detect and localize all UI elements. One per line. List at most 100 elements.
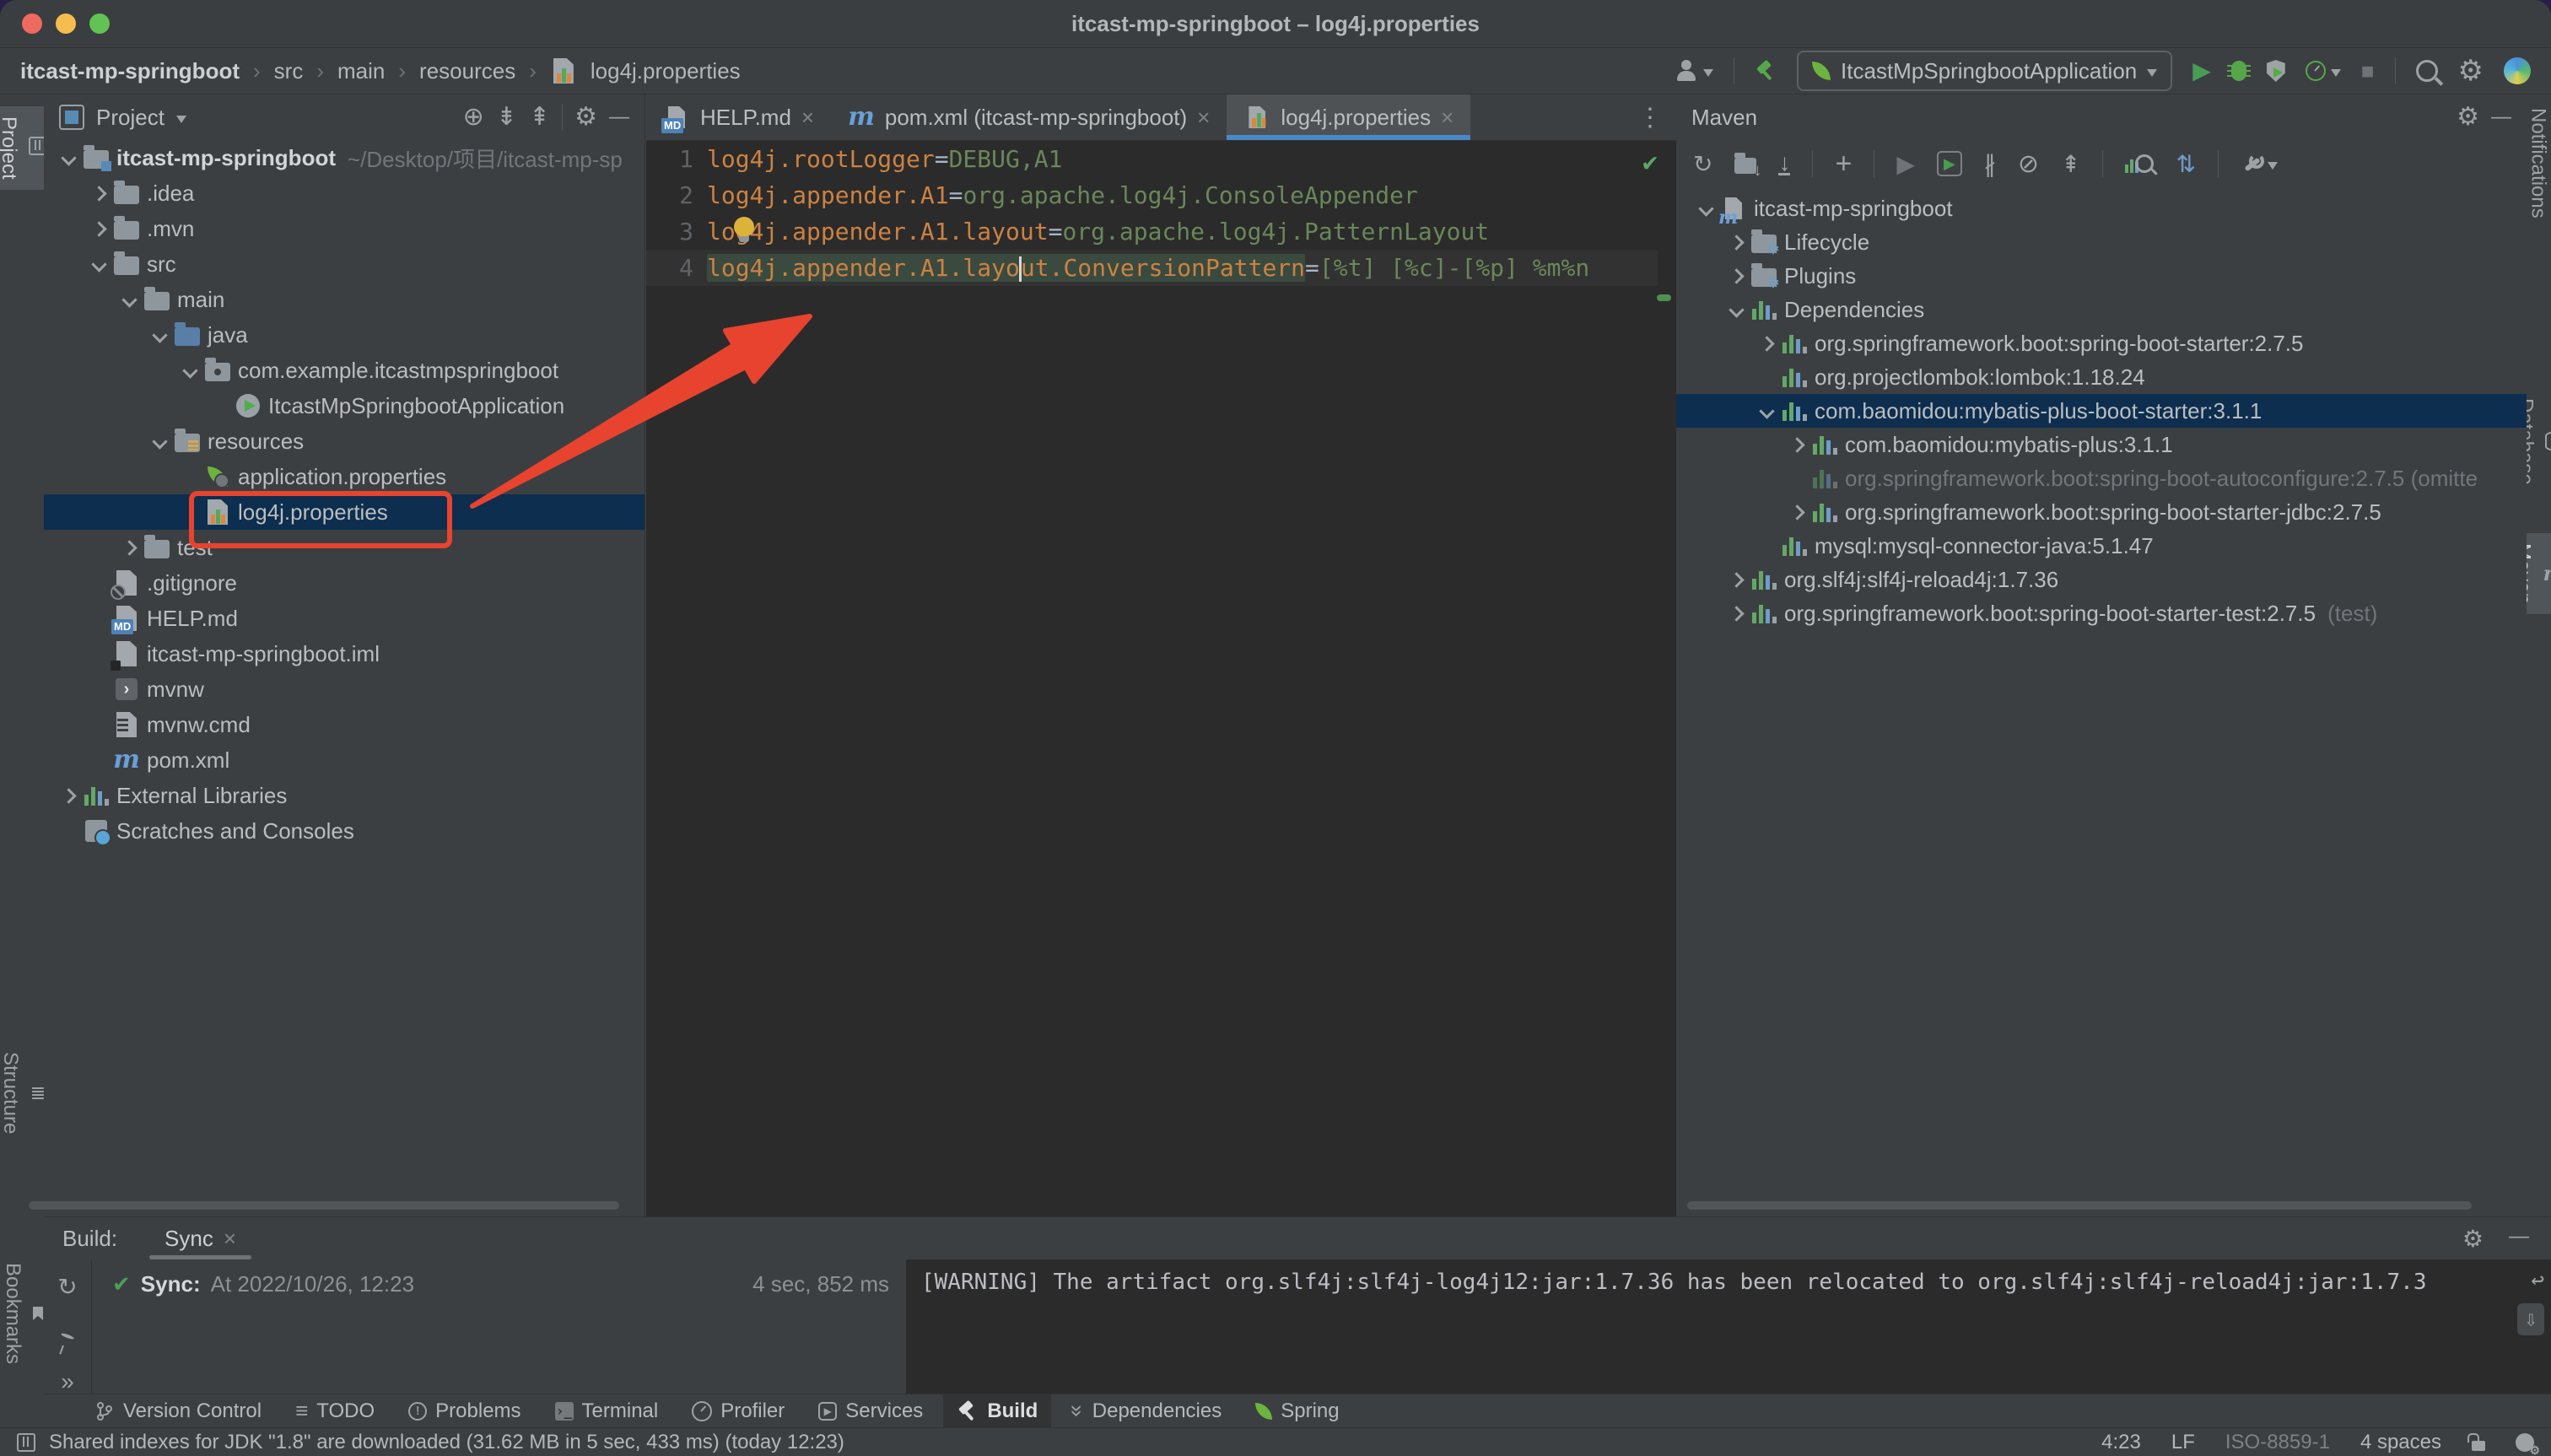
maven-settings-button[interactable] [2241, 152, 2278, 175]
close-tab-icon[interactable]: × [801, 105, 814, 131]
maven-row[interactable]: org.slf4j:slf4j-reload4j:1.7.36 [1676, 563, 2527, 596]
project-horizontal-scrollbar[interactable] [29, 1201, 619, 1210]
panel-options-button[interactable]: ⚙ [574, 105, 597, 130]
maven-horizontal-scrollbar[interactable] [1687, 1201, 2472, 1210]
collapse-all-button[interactable]: ⇞ [529, 105, 550, 130]
hide-panel-button[interactable]: — [609, 107, 629, 127]
maven-row[interactable]: org.springframework.boot:spring-boot-sta… [1676, 326, 2527, 360]
maven-row[interactable]: org.springframework.boot:spring-boot-sta… [1676, 596, 2527, 630]
scroll-to-end-icon[interactable]: ⇩ [2517, 1303, 2544, 1335]
tree-row[interactable]: com.example.itcastmpspringboot [44, 353, 644, 388]
settings-button[interactable]: ⚙ [2458, 57, 2484, 85]
tree-row[interactable]: itcast-mp-springboot ~/Desktop/项目/itcast-… [44, 140, 644, 175]
pin-icon[interactable] [60, 1332, 75, 1340]
coverage-button[interactable] [2266, 60, 2285, 82]
stripe-tab-structure[interactable]: ≣ Structure [0, 1052, 46, 1134]
toolbar-build[interactable]: Build [943, 1394, 1052, 1427]
status-message[interactable]: Shared indexes for JDK "1.8" are downloa… [49, 1431, 844, 1454]
file-encoding[interactable]: ISO-8859-1 [2225, 1431, 2330, 1454]
toolbar-services[interactable]: ▶ Services [805, 1394, 936, 1427]
tree-row[interactable]: MD HELP.md [44, 601, 644, 636]
tree-row[interactable]: application.properties [44, 459, 644, 494]
tree-row[interactable]: itcast-mp-springboot.iml [44, 636, 644, 671]
tree-row[interactable]: java [44, 317, 644, 353]
run-maven-button[interactable]: ▶ [1896, 150, 1915, 178]
toggle-offline-button[interactable]: ⊘ [2018, 149, 2039, 179]
editor-body[interactable]: 1 2 3 4 log4j.rootLogger=DEBUG,A1 log4j.… [646, 141, 1676, 1216]
code-with-me-icon[interactable] [2504, 57, 2531, 84]
tree-row[interactable]: src [44, 246, 644, 282]
tree-row[interactable]: .gitignore [44, 565, 644, 601]
maven-row[interactable]: org.springframework.boot:spring-boot-sta… [1676, 495, 2527, 529]
debug-button[interactable] [2226, 61, 2251, 81]
code-area[interactable]: log4j.rootLogger=DEBUG,A1 log4j.appender… [707, 141, 1642, 286]
select-opened-file-button[interactable]: ⊕ [463, 105, 484, 130]
tab-options-icon[interactable]: ⋮ [1637, 103, 1663, 132]
minimize-button[interactable] [56, 13, 76, 34]
toolbar-profiler[interactable]: Profiler [678, 1394, 798, 1427]
close-tab-icon[interactable]: × [224, 1226, 236, 1252]
skip-tests-button[interactable]: ∦ [1984, 150, 1996, 178]
tree-row[interactable]: ItcastMpSpringbootApplication [44, 388, 644, 423]
refresh-build-button[interactable]: ↻ [57, 1273, 77, 1301]
run-config-selector[interactable]: ItcastMpSpringbootApplication [1797, 51, 2173, 91]
tree-row[interactable]: › mvnw [44, 671, 644, 707]
tree-row[interactable]: main [44, 282, 644, 317]
panel-options-button[interactable]: ⚙ [2462, 1225, 2484, 1253]
maven-row[interactable]: m itcast-mp-springboot [1676, 191, 2527, 227]
maven-row[interactable]: Plugins [1676, 259, 2527, 293]
reimport-maven-button[interactable]: ↻ [1693, 150, 1712, 178]
dependency-tree-button[interactable]: ⇅ [2176, 150, 2195, 178]
toolbar-spring[interactable]: Spring [1242, 1394, 1352, 1427]
toolbar-version-control[interactable]: Version Control [81, 1394, 275, 1427]
hide-panel-button[interactable]: — [2509, 1225, 2529, 1253]
maven-row[interactable]: org.projectlombok:lombok:1.18.24 [1676, 360, 2527, 394]
tree-row[interactable]: .mvn [44, 211, 644, 246]
tab-pom-xml[interactable]: m pom.xml (itcast-mp-springboot) × [831, 94, 1227, 140]
close-button[interactable] [22, 13, 42, 34]
toolbar-dependencies[interactable]: » Dependencies [1058, 1394, 1235, 1427]
stripe-tab-project[interactable]: Project [0, 106, 50, 190]
generate-sources-button[interactable]: ↓ [1734, 152, 1761, 180]
download-sources-button[interactable]: ↓ [1778, 150, 1791, 176]
indent-setting[interactable]: 4 spaces [2360, 1431, 2441, 1454]
breadcrumb-main[interactable]: main [337, 58, 385, 84]
more-actions-button[interactable]: » [61, 1368, 74, 1395]
maven-row[interactable]: Dependencies [1676, 293, 2527, 326]
collapse-all-button[interactable]: ⇞ [2061, 150, 2080, 178]
breadcrumb-project[interactable]: itcast-mp-springboot [20, 58, 240, 84]
intention-lightbulb-icon[interactable] [734, 217, 754, 242]
stripe-tab-bookmarks[interactable]: Bookmarks [1, 1263, 43, 1364]
breadcrumb-file[interactable]: log4j.properties [591, 58, 741, 84]
dependency-analyzer-button[interactable] [2125, 154, 2155, 173]
maven-row[interactable]: org.springframework.boot:spring-boot-aut… [1676, 461, 2527, 495]
caret-position[interactable]: 4:23 [2101, 1431, 2141, 1454]
build-sync-status[interactable]: ✔ Sync: At 2022/10/26, 12:23 4 sec, 852 … [92, 1259, 906, 1394]
tab-help-md[interactable]: MD HELP.md × [646, 94, 831, 140]
maven-row-selected[interactable]: com.baomidou:mybatis-plus-boot-starter:3… [1676, 394, 2527, 428]
close-tab-icon[interactable]: × [1441, 105, 1453, 131]
close-tab-icon[interactable]: × [1197, 105, 1210, 131]
tree-row[interactable]: .idea [44, 175, 644, 211]
tree-row[interactable]: Scratches and Consoles [44, 813, 644, 849]
profiler-button[interactable] [2305, 61, 2341, 81]
expand-all-button[interactable]: ⇟ [496, 105, 517, 130]
maven-row[interactable]: com.baomidou:mybatis-plus:3.1.1 [1676, 428, 2527, 461]
line-separator[interactable]: LF [2171, 1431, 2195, 1454]
search-everywhere-button[interactable] [2415, 60, 2438, 82]
unlock-icon[interactable] [2467, 1432, 2485, 1451]
build-project-button[interactable] [1755, 60, 1777, 82]
user-menu-button[interactable] [1675, 59, 1714, 83]
inspections-ok-icon[interactable]: ✔ [1642, 148, 1658, 177]
execute-maven-goal-button[interactable]: ▶ [1936, 151, 1962, 176]
tree-row[interactable]: resources [44, 423, 644, 459]
tab-log4j-properties[interactable]: log4j.properties × [1227, 94, 1471, 140]
tree-row[interactable]: mvnw.cmd [44, 707, 644, 742]
zoom-button[interactable] [89, 13, 110, 34]
breadcrumb-src[interactable]: src [274, 58, 304, 84]
toolbar-problems[interactable]: ! Problems [395, 1394, 534, 1427]
tree-row[interactable]: External Libraries [44, 778, 644, 813]
soft-wrap-icon[interactable]: ↩ [2531, 1268, 2544, 1293]
breadcrumb-resources[interactable]: resources [419, 58, 515, 84]
build-console[interactable]: [WARNING] The artifact org.slf4j:slf4j-l… [906, 1259, 2551, 1394]
